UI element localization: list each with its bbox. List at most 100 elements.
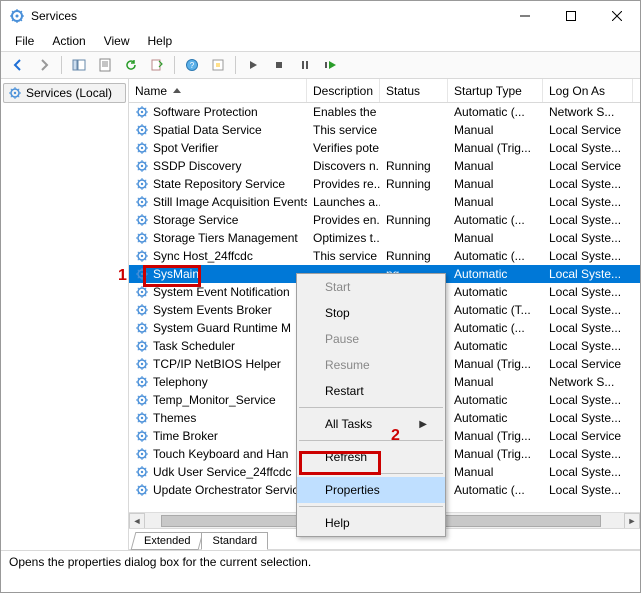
service-logon: Local Syste...: [543, 410, 633, 426]
service-logon: Local Syste...: [543, 392, 633, 408]
column-header-description[interactable]: Description: [307, 79, 380, 102]
tab-extended[interactable]: Extended: [131, 532, 204, 550]
context-menu-item-refresh[interactable]: Refresh: [297, 444, 445, 470]
status-bar: Opens the properties dialog box for the …: [1, 550, 640, 572]
toolbar: ?: [1, 51, 640, 79]
service-logon: Network S...: [543, 374, 633, 390]
service-name: SSDP Discovery: [153, 159, 241, 173]
service-name: SysMain: [153, 267, 199, 281]
chevron-right-icon: ▶: [419, 419, 427, 430]
service-description: Verifies pote...: [307, 140, 380, 156]
gear-icon: [135, 465, 149, 479]
context-menu-item-all-tasks[interactable]: All Tasks▶: [297, 411, 445, 437]
table-row[interactable]: Storage Tiers ManagementOptimizes t...Ma…: [129, 229, 640, 247]
service-name: Spot Verifier: [153, 141, 218, 155]
stop-service-button[interactable]: [268, 54, 290, 76]
gear-icon: [135, 159, 149, 173]
table-row[interactable]: State Repository ServiceProvides re...Ru…: [129, 175, 640, 193]
gear-icon: [135, 339, 149, 353]
service-startup: Automatic: [448, 338, 543, 354]
context-menu-item-start: Start: [297, 274, 445, 300]
service-startup: Manual: [448, 194, 543, 210]
restart-service-button[interactable]: [320, 54, 342, 76]
service-status: Running: [380, 158, 448, 174]
service-startup: Manual (Trig...: [448, 356, 543, 372]
tree-root-label: Services (Local): [26, 86, 112, 100]
table-row[interactable]: SSDP DiscoveryDiscovers n...RunningManua…: [129, 157, 640, 175]
maximize-button[interactable]: [548, 1, 594, 31]
context-menu-item-stop[interactable]: Stop: [297, 300, 445, 326]
service-startup: Manual: [448, 464, 543, 480]
refresh-button[interactable]: [120, 54, 142, 76]
help-button[interactable]: ?: [181, 54, 203, 76]
start-service-button[interactable]: [242, 54, 264, 76]
service-description: Launches a...: [307, 194, 380, 210]
tree-root-services-local[interactable]: Services (Local): [3, 83, 126, 103]
back-button[interactable]: [7, 54, 29, 76]
action-button[interactable]: [207, 54, 229, 76]
context-menu-item-properties[interactable]: Properties: [297, 477, 445, 503]
column-header-name[interactable]: Name: [129, 79, 307, 102]
list-header: Name Description Status Startup Type Log…: [129, 79, 640, 103]
menu-help[interactable]: Help: [140, 32, 181, 50]
table-row[interactable]: Spatial Data ServiceThis service ...Manu…: [129, 121, 640, 139]
tab-standard[interactable]: Standard: [201, 532, 268, 550]
service-logon: Local Syste...: [543, 176, 633, 192]
service-startup: Automatic: [448, 266, 543, 282]
table-row[interactable]: Still Image Acquisition EventsLaunches a…: [129, 193, 640, 211]
show-hide-tree-button[interactable]: [68, 54, 90, 76]
forward-button[interactable]: [33, 54, 55, 76]
gear-icon: [135, 411, 149, 425]
column-header-startup[interactable]: Startup Type: [448, 79, 543, 102]
close-button[interactable]: [594, 1, 640, 31]
menubar: File Action View Help: [1, 31, 640, 51]
menu-view[interactable]: View: [96, 32, 138, 50]
services-app-icon: [9, 8, 25, 24]
table-row[interactable]: Spot Verifier Verifies pote... Manual (Tri…: [129, 139, 640, 157]
context-menu-separator: [299, 407, 443, 408]
gear-icon: [135, 105, 149, 119]
service-logon: Local Syste...: [543, 284, 633, 300]
export-list-button[interactable]: [146, 54, 168, 76]
pause-service-button[interactable]: [294, 54, 316, 76]
gear-icon: [8, 86, 22, 100]
properties-button[interactable]: [94, 54, 116, 76]
service-logon: Local Syste...: [543, 230, 633, 246]
context-menu-item-help[interactable]: Help: [297, 510, 445, 536]
service-logon: Local Service: [543, 122, 633, 138]
service-name: Task Scheduler: [153, 339, 235, 353]
service-name: Spatial Data Service: [153, 123, 262, 137]
service-status: [380, 147, 448, 149]
context-menu-separator: [299, 506, 443, 507]
tree-pane: Services (Local): [1, 79, 129, 550]
gear-icon: [135, 141, 149, 155]
service-startup: Automatic: [448, 410, 543, 426]
context-menu-item-resume: Resume: [297, 352, 445, 378]
service-name: Storage Service: [153, 213, 238, 227]
gear-icon: [135, 429, 149, 443]
service-startup: Manual: [448, 230, 543, 246]
window-title: Services: [31, 9, 502, 23]
table-row[interactable]: Software ProtectionEnables the ...Automa…: [129, 103, 640, 121]
table-row[interactable]: Storage ServiceProvides en...RunningAuto…: [129, 211, 640, 229]
context-menu-item-pause: Pause: [297, 326, 445, 352]
context-menu-item-restart[interactable]: Restart: [297, 378, 445, 404]
menu-action[interactable]: Action: [44, 32, 93, 50]
service-name: Still Image Acquisition Events: [153, 195, 307, 209]
table-row[interactable]: Sync Host_24ffcdcThis service ...Running…: [129, 247, 640, 265]
service-logon: Local Syste...: [543, 320, 633, 336]
service-description: This service ...: [307, 248, 380, 264]
service-description: Provides en...: [307, 212, 380, 228]
gear-icon: [135, 177, 149, 191]
service-logon: Local Syste...: [543, 446, 633, 462]
service-startup: Manual (Trig...: [448, 140, 543, 156]
minimize-button[interactable]: [502, 1, 548, 31]
column-header-status[interactable]: Status: [380, 79, 448, 102]
column-header-logon[interactable]: Log On As: [543, 79, 633, 102]
svg-text:?: ?: [190, 61, 195, 70]
menu-file[interactable]: File: [7, 32, 42, 50]
gear-icon: [135, 249, 149, 263]
gear-icon: [135, 267, 149, 281]
gear-icon: [135, 321, 149, 335]
service-startup: Manual: [448, 176, 543, 192]
